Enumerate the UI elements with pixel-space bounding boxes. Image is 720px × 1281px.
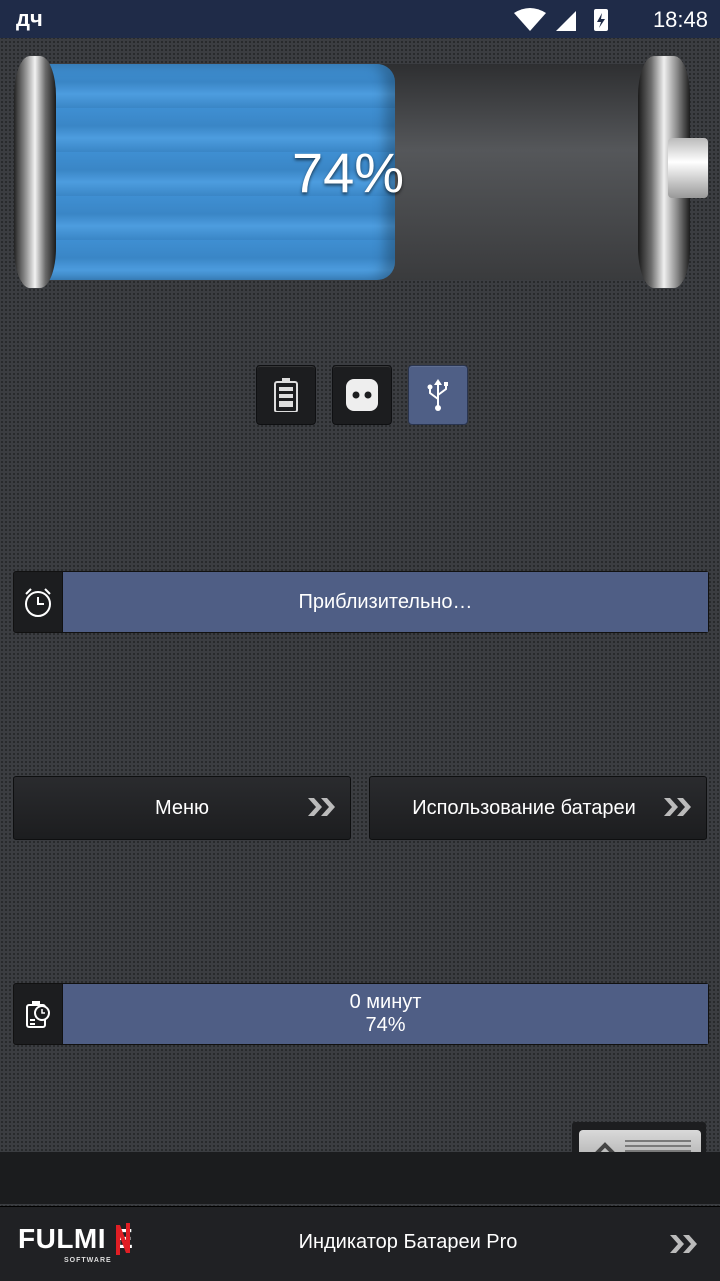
power-source-row — [256, 365, 468, 425]
brand-subtitle: SOFTWARE — [64, 1257, 112, 1264]
usb-source-button[interactable] — [408, 365, 468, 425]
ac-outlet-icon — [346, 379, 378, 411]
menu-button[interactable]: Меню — [13, 776, 351, 840]
bottom-shelf — [0, 1152, 720, 1204]
battery-cap-left — [14, 56, 56, 288]
battery-graphic: 74% — [14, 56, 708, 288]
stopwatch-icon — [25, 588, 51, 617]
battery-percent: 74% — [291, 140, 405, 204]
usb-icon — [427, 379, 448, 411]
battery-terminal — [668, 138, 708, 198]
clock: 18:48 — [652, 7, 708, 32]
charge-time-bar[interactable]: 0 минут 74% — [13, 983, 709, 1045]
footer-title: Индикатор Батареи Pro — [298, 1231, 518, 1253]
double-chevron-right-icon — [664, 798, 691, 816]
footer-banner[interactable]: FULMI E SOFTWARE Индикатор Батареи Pro — [0, 1206, 720, 1281]
menu-button-label: Меню — [154, 796, 210, 819]
battery-source-button[interactable] — [256, 365, 316, 425]
double-chevron-right-icon — [670, 1235, 697, 1253]
time-estimate-text: Приблизительно… — [62, 572, 708, 632]
ac-source-button[interactable] — [332, 365, 392, 425]
notification-indicator: дч — [16, 6, 43, 31]
double-chevron-right-icon — [308, 798, 335, 816]
battery-icon — [274, 378, 298, 412]
status-bar: дч 18:48 — [0, 0, 720, 38]
status-icons — [510, 7, 630, 36]
time-estimate-bar[interactable]: Приблизительно… — [13, 571, 709, 633]
battery-charging-icon — [594, 9, 608, 31]
charge-time-icon — [26, 1001, 50, 1028]
wifi-icon — [514, 8, 546, 31]
battery-usage-button[interactable]: Использование батареи — [369, 776, 707, 840]
charge-time-text: 0 минут — [349, 991, 422, 1013]
signal-icon — [556, 11, 576, 31]
charge-percent-text: 74% — [365, 1014, 406, 1036]
battery-usage-label: Использование батареи — [412, 796, 636, 819]
